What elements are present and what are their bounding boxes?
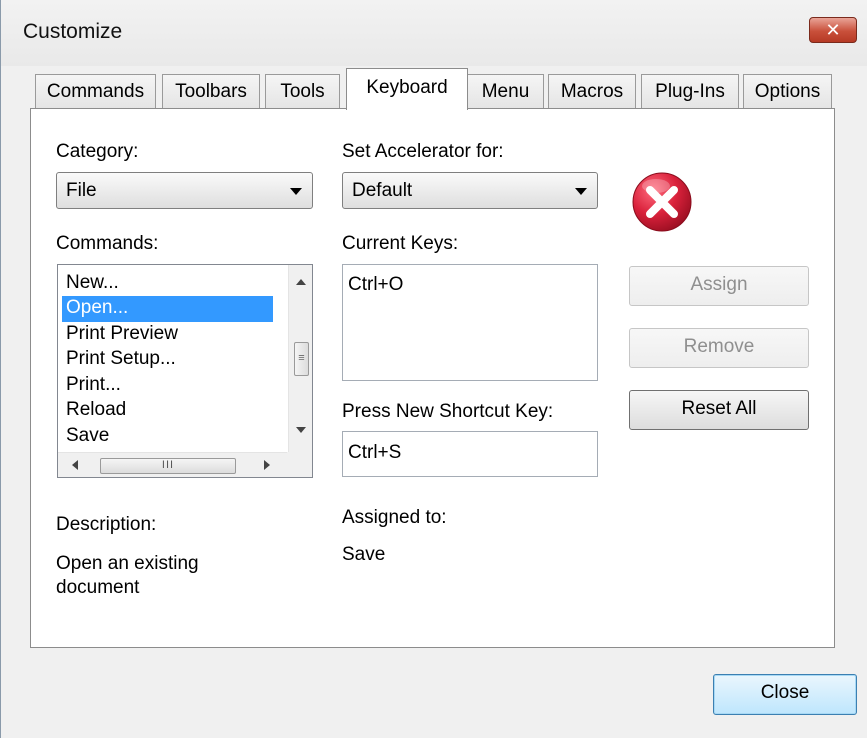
chevron-down-icon (290, 188, 302, 195)
commands-list[interactable]: New... Open... Print Preview Print Setup… (57, 264, 313, 478)
customize-dialog: Customize ✕ Commands Toolbars Tools Keyb… (0, 0, 867, 738)
close-icon: ✕ (825, 19, 841, 41)
keyboard-panel: Category: File Set Accelerator for: Defa… (30, 108, 835, 648)
set-accelerator-label: Set Accelerator for: (342, 141, 504, 162)
close-button[interactable]: Close (713, 674, 857, 715)
press-new-shortcut-label: Press New Shortcut Key: (342, 401, 554, 422)
list-item[interactable]: Print Preview (65, 322, 178, 348)
error-x-icon (632, 172, 692, 232)
current-key-item[interactable]: Ctrl+O (348, 274, 597, 296)
tab-macros[interactable]: Macros (548, 74, 636, 109)
tab-plug-ins[interactable]: Plug-Ins (641, 74, 739, 109)
remove-button[interactable]: Remove (629, 328, 809, 368)
new-shortcut-value: Ctrl+S (348, 442, 402, 463)
tab-commands[interactable]: Commands (35, 74, 156, 109)
category-label: Category: (56, 141, 139, 162)
set-accelerator-value: Default (352, 180, 413, 201)
list-item-selected[interactable]: Open... (62, 296, 273, 322)
list-item[interactable]: Print Setup... (65, 347, 176, 373)
chevron-down-icon (575, 188, 587, 195)
assign-button[interactable]: Assign (629, 266, 809, 306)
scroll-thumb-horizontal[interactable]: III (100, 458, 236, 474)
window-title: Customize (23, 20, 123, 43)
set-accelerator-dropdown[interactable]: Default (342, 172, 598, 209)
scroll-down-icon[interactable] (296, 427, 306, 433)
scroll-thumb-vertical[interactable]: ≡ (294, 342, 309, 376)
tab-options[interactable]: Options (743, 74, 832, 109)
category-value: File (66, 180, 97, 201)
scrollbar-corner (287, 452, 312, 477)
category-dropdown[interactable]: File (56, 172, 313, 209)
list-item[interactable]: New... (65, 271, 119, 297)
scroll-up-icon[interactable] (296, 279, 306, 285)
list-item[interactable]: Reload (65, 398, 126, 424)
description-label: Description: (56, 514, 157, 535)
commands-label: Commands: (56, 233, 159, 254)
scroll-left-icon[interactable] (72, 460, 78, 470)
scroll-right-icon[interactable] (264, 460, 270, 470)
description-text: Open an existing document (56, 553, 199, 598)
tab-menu[interactable]: Menu (467, 74, 544, 109)
vertical-scrollbar[interactable]: ≡ (288, 265, 312, 453)
assigned-to-value: Save (342, 544, 386, 565)
tab-keyboard[interactable]: Keyboard (346, 68, 468, 110)
reset-all-button[interactable]: Reset All (629, 390, 809, 430)
title-bar: Customize ✕ (1, 0, 867, 66)
current-keys-list[interactable]: Ctrl+O (342, 264, 598, 381)
tab-tools[interactable]: Tools (265, 74, 340, 109)
window-close-button[interactable]: ✕ (809, 17, 857, 43)
current-keys-label: Current Keys: (342, 233, 459, 254)
list-item[interactable]: Save (65, 424, 109, 450)
horizontal-scrollbar[interactable]: III (58, 452, 288, 477)
assigned-to-label: Assigned to: (342, 507, 447, 528)
list-item[interactable]: Print... (65, 373, 121, 399)
new-shortcut-input[interactable]: Ctrl+S (342, 431, 598, 477)
tab-toolbars[interactable]: Toolbars (162, 74, 260, 109)
